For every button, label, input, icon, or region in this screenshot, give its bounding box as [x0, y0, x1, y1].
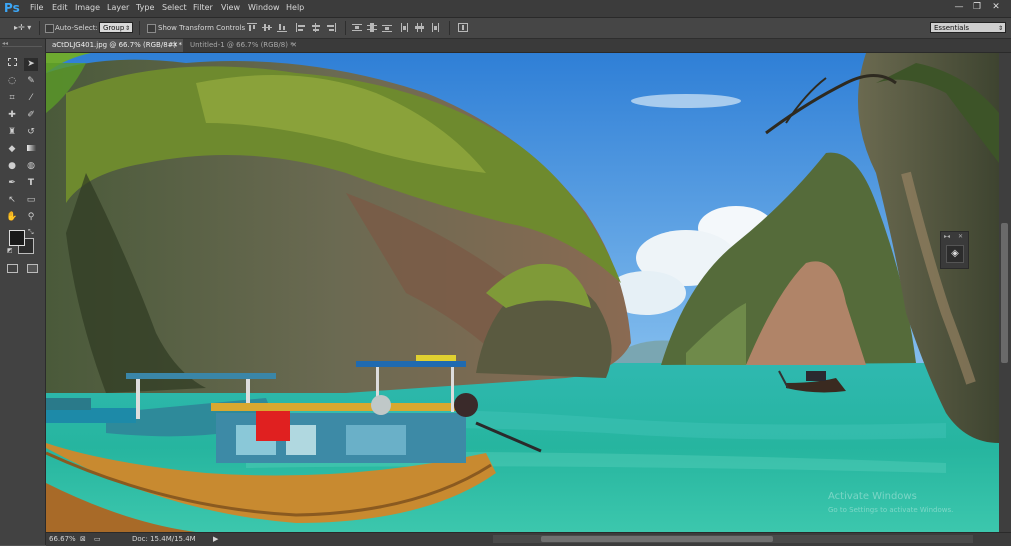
- divider: [39, 21, 40, 35]
- path-select-icon[interactable]: ↖: [5, 194, 19, 207]
- document-tabs: aCtDLJG401.jpg @ 66.7% (RGB/8#) * ✕ Unti…: [46, 39, 1011, 53]
- pen-tool-icon[interactable]: ✒: [5, 177, 19, 190]
- eyedropper-tool-icon[interactable]: ⁄: [24, 92, 38, 105]
- screen-mode-icon[interactable]: [27, 264, 38, 273]
- auto-align-icon[interactable]: [458, 23, 468, 32]
- quick-select-tool-icon[interactable]: ✎: [24, 75, 38, 88]
- close-panels-icon[interactable]: ✕: [958, 233, 963, 240]
- horizontal-scrollbar[interactable]: [493, 535, 973, 543]
- status-icon-2[interactable]: ▭: [94, 533, 101, 545]
- vertical-scroll-thumb[interactable]: [1001, 223, 1008, 363]
- status-menu-arrow-icon[interactable]: ▶: [213, 533, 218, 545]
- menu-window[interactable]: Window: [248, 3, 280, 12]
- auto-select-value: Group: [103, 24, 125, 32]
- auto-select-checkbox[interactable]: [45, 24, 54, 33]
- horizontal-scroll-thumb[interactable]: [541, 536, 773, 542]
- collapsed-panel-dock: ▸◂ ✕ ◈: [940, 231, 969, 269]
- tab-document-1[interactable]: aCtDLJG401.jpg @ 66.7% (RGB/8#) * ✕: [46, 39, 183, 52]
- menu-bar: Ps File Edit Image Layer Type Select Fil…: [0, 0, 1011, 18]
- vertical-scrollbar[interactable]: [999, 53, 1011, 532]
- align-vcenter-icon[interactable]: [262, 23, 272, 32]
- lasso-tool-icon[interactable]: ◌: [5, 75, 19, 88]
- auto-select-dropdown[interactable]: Group ⇕: [99, 22, 133, 33]
- divider: [345, 21, 346, 35]
- distribute-hcenter-icon[interactable]: [415, 23, 425, 32]
- tab-label: aCtDLJG401.jpg @ 66.7% (RGB/8#) *: [52, 41, 182, 49]
- tab-label: Untitled-1 @ 66.7% (RGB/8) *: [190, 41, 294, 49]
- tools-panel: ◂◂ ➤ ◌ ✎ ⌗ ⁄ ✚ ✐ ♜ ↺ ◆ ● ◍ ✒ T ↖ ▭ ✋ ⚲ ⤡…: [0, 39, 46, 545]
- crop-tool-icon[interactable]: ⌗: [5, 92, 19, 105]
- workspace-dropdown[interactable]: Essentials ⇕: [930, 22, 1006, 33]
- shape-tool-icon[interactable]: ▭: [24, 194, 38, 207]
- align-hcenter-icon[interactable]: [311, 23, 321, 32]
- default-colors-icon[interactable]: ◩: [7, 247, 13, 254]
- swap-colors-icon[interactable]: ⤡: [28, 228, 34, 237]
- menu-help[interactable]: Help: [286, 3, 304, 12]
- blur-tool-icon[interactable]: ●: [5, 160, 19, 173]
- canvas-photo: [46, 53, 999, 532]
- menu-file[interactable]: File: [30, 3, 43, 12]
- distribute-top-icon[interactable]: [352, 23, 362, 32]
- options-bar: ▸✛ ▾ Auto-Select: Group ⇕ Show Transform…: [0, 18, 1011, 39]
- menu-image[interactable]: Image: [75, 3, 100, 12]
- menu-edit[interactable]: Edit: [52, 3, 68, 12]
- gradient-tool-icon[interactable]: [24, 143, 38, 156]
- show-transform-label: Show Transform Controls: [158, 24, 246, 32]
- move-tool-preset-icon[interactable]: ▸✛ ▾: [14, 23, 31, 32]
- history-brush-icon[interactable]: ↺: [24, 126, 38, 139]
- dropdown-arrows-icon: ⇕: [124, 25, 130, 32]
- healing-brush-icon[interactable]: ✚: [5, 109, 19, 122]
- activate-windows-subtitle: Go to Settings to activate Windows.: [828, 506, 954, 514]
- distribute-vcenter-icon[interactable]: [367, 23, 377, 32]
- show-transform-checkbox[interactable]: [147, 24, 156, 33]
- close-icon[interactable]: ✕: [987, 1, 1005, 14]
- hand-tool-icon[interactable]: ✋: [5, 211, 19, 224]
- distribute-bottom-icon[interactable]: [382, 23, 392, 32]
- align-bottom-icon[interactable]: [277, 23, 287, 32]
- auto-select-label: Auto-Select:: [55, 24, 98, 32]
- zoom-level[interactable]: 66.67%: [49, 533, 76, 545]
- foreground-color-swatch[interactable]: [9, 230, 25, 246]
- align-top-icon[interactable]: [247, 23, 257, 32]
- divider: [449, 21, 450, 35]
- expand-panels-icon[interactable]: ▸◂: [944, 233, 950, 240]
- quick-mask-icon[interactable]: [7, 264, 18, 273]
- status-bar: 66.67% ⊠ ▭ Doc: 15.4M/15.4M ▶: [46, 532, 1011, 546]
- distribute-left-icon[interactable]: [400, 23, 410, 32]
- document-canvas[interactable]: Activate Windows Go to Settings to activ…: [46, 53, 999, 532]
- menu-layer[interactable]: Layer: [107, 3, 129, 12]
- move-tool-icon[interactable]: ➤: [24, 58, 38, 71]
- menu-select[interactable]: Select: [162, 3, 187, 12]
- menu-filter[interactable]: Filter: [193, 3, 213, 12]
- doc-size: Doc: 15.4M/15.4M: [132, 535, 196, 543]
- brush-tool-icon[interactable]: ✐: [24, 109, 38, 122]
- eraser-tool-icon[interactable]: ◆: [5, 143, 19, 156]
- dropdown-arrows-icon: ⇕: [997, 25, 1003, 32]
- tab-close-icon[interactable]: ✕: [291, 39, 297, 52]
- photoshop-logo: Ps: [4, 1, 20, 15]
- minimize-icon[interactable]: —: [950, 1, 968, 14]
- tab-close-icon[interactable]: ✕: [172, 39, 178, 52]
- zoom-tool-icon[interactable]: ⚲: [24, 211, 38, 224]
- marquee-tool-icon[interactable]: [5, 58, 19, 71]
- align-left-icon[interactable]: [296, 23, 306, 32]
- status-icon-1[interactable]: ⊠: [80, 533, 86, 545]
- dodge-tool-icon[interactable]: ◍: [24, 160, 38, 173]
- distribute-right-icon[interactable]: [430, 23, 440, 32]
- panel-grip: [2, 46, 42, 47]
- divider: [139, 21, 140, 35]
- menu-type[interactable]: Type: [136, 3, 154, 12]
- menu-view[interactable]: View: [221, 3, 240, 12]
- restore-icon[interactable]: ❐: [968, 1, 986, 14]
- type-tool-icon[interactable]: T: [24, 177, 38, 190]
- clone-stamp-icon[interactable]: ♜: [5, 126, 19, 139]
- activate-windows-title: Activate Windows: [828, 491, 917, 502]
- align-right-icon[interactable]: [326, 23, 336, 32]
- workspace-value: Essentials: [934, 24, 970, 32]
- layers-panel-icon[interactable]: ◈: [946, 245, 964, 263]
- tab-document-2[interactable]: Untitled-1 @ 66.7% (RGB/8) * ✕: [184, 39, 302, 52]
